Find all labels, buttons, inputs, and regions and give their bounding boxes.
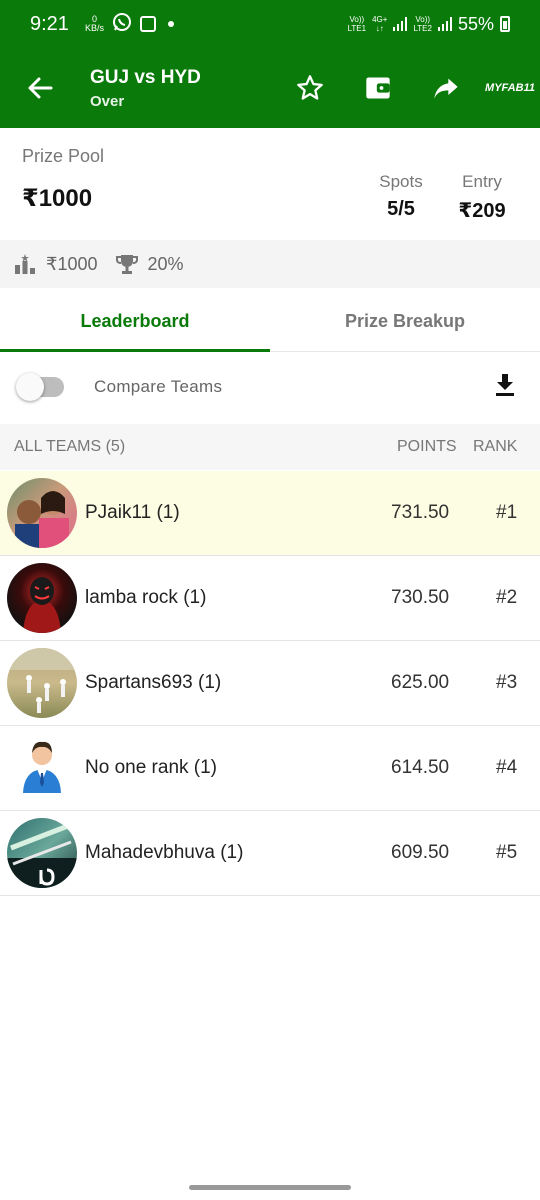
contest-info-strip: ₹1000 20% <box>0 240 540 288</box>
team-rank: #4 <box>496 757 518 778</box>
app-bar: GUJ vs HYD Over MYFAB11 <box>0 48 540 128</box>
leaderboard-list: PJaik11 (1) 731.50 #1 lamba rock (1) 730… <box>0 471 540 896</box>
match-title: GUJ vs HYD <box>90 66 201 88</box>
compare-teams-toggle[interactable] <box>16 373 64 401</box>
tab-prize-breakup[interactable]: Prize Breakup <box>270 292 540 351</box>
status-time: 9:21 <box>30 12 69 35</box>
team-name: No one rank (1) <box>85 757 218 778</box>
status-bar: 9:21 0 KB/s Vo)) LTE1 4G+ ↓↑ Vo)) LTE2 5… <box>0 0 540 48</box>
first-prize-value: ₹1000 <box>46 253 98 274</box>
avatar <box>7 818 77 888</box>
sim2-volte-label: Vo)) <box>415 15 431 24</box>
sim1-volte-label: Vo)) <box>349 15 365 24</box>
home-indicator[interactable] <box>189 1185 351 1190</box>
team-rank: #3 <box>496 672 518 693</box>
sim2-lte-label: LTE2 <box>413 24 432 33</box>
points-column-header: POINTS <box>397 438 457 455</box>
team-rank: #2 <box>496 587 518 608</box>
signal-icon <box>437 17 452 31</box>
share-arrow-icon <box>434 78 458 99</box>
team-name: lamba rock (1) <box>85 587 207 608</box>
favorite-button[interactable] <box>276 48 344 128</box>
leaderboard-row[interactable]: No one rank (1) 614.50 #4 <box>0 726 540 811</box>
team-name: PJaik11 (1) <box>85 502 180 523</box>
sim2-indicator: Vo)) LTE2 <box>413 15 432 33</box>
entry-block: Entry ₹209 <box>446 172 518 223</box>
team-points: 609.50 <box>391 842 450 863</box>
network-speed: 0 KB/s <box>85 15 104 33</box>
toggle-knob <box>16 373 44 401</box>
all-teams-label: ALL TEAMS (5) <box>14 438 126 455</box>
match-status: Over <box>90 92 125 110</box>
tab-leaderboard[interactable]: Leaderboard <box>0 292 270 352</box>
sim1-lte-label: LTE1 <box>347 24 367 33</box>
leaderboard-header: ALL TEAMS (5) POINTS RANK <box>0 424 540 470</box>
rank-column-header: RANK <box>473 438 518 455</box>
data-indicator: 4G+ ↓↑ <box>372 15 387 33</box>
prize-card: Prize Pool ₹1000 Spots 5/5 Entry ₹209 <box>0 128 540 238</box>
app-bar-actions: MYFAB11 <box>276 48 540 128</box>
notification-dot-icon <box>167 21 174 27</box>
leaderboard-row[interactable]: lamba rock (1) 730.50 #2 <box>0 556 540 641</box>
team-name: Spartans693 (1) <box>85 672 222 693</box>
whatsapp-icon <box>112 12 132 37</box>
star-icon <box>297 75 323 100</box>
download-icon <box>496 373 514 396</box>
gallery-icon <box>139 16 156 32</box>
team-points: 614.50 <box>391 757 450 778</box>
share-button[interactable] <box>412 48 480 128</box>
match-header: GUJ vs HYD Over <box>80 67 276 110</box>
battery-icon <box>500 16 510 32</box>
entry-value: ₹209 <box>458 200 506 222</box>
back-button[interactable] <box>0 75 80 101</box>
spots-label: Spots <box>379 172 423 191</box>
default-user-avatar-icon <box>7 733 77 803</box>
team-points: 731.50 <box>391 502 450 523</box>
network-speed-unit: KB/s <box>84 23 104 33</box>
sim1-indicator: Vo)) LTE1 <box>348 15 367 33</box>
avatar <box>7 563 77 633</box>
entry-label: Entry <box>462 172 502 191</box>
team-points: 625.00 <box>391 672 450 693</box>
data-type-label: 4G+ <box>372 15 388 24</box>
brand-logo: MYFAB11 <box>485 82 535 94</box>
team-name: Mahadevbhuva (1) <box>85 842 244 863</box>
spots-block: Spots 5/5 <box>366 172 436 221</box>
wallet-icon <box>366 77 390 99</box>
team-rank: #1 <box>496 502 518 523</box>
signal-icon <box>393 17 408 31</box>
spots-value: 5/5 <box>387 198 415 220</box>
avatar <box>7 648 77 718</box>
data-arrows-icon: ↓↑ <box>375 24 384 33</box>
leaderboard-row[interactable]: Spartans693 (1) 625.00 #3 <box>0 641 540 726</box>
prize-pool-value: ₹1000 <box>22 185 93 212</box>
status-left: 9:21 0 KB/s <box>30 12 174 37</box>
download-button[interactable] <box>494 373 516 402</box>
wallet-button[interactable] <box>344 48 412 128</box>
compare-teams-row: Compare Teams <box>0 354 540 420</box>
winners-percent: 20% <box>147 253 184 274</box>
avatar <box>7 478 77 548</box>
podium-icon <box>14 253 36 275</box>
team-points: 730.50 <box>391 587 450 608</box>
team-rank: #5 <box>496 842 518 863</box>
arrow-left-icon <box>28 77 53 99</box>
leaderboard-row[interactable]: PJaik11 (1) 731.50 #1 <box>0 471 540 556</box>
prize-pool-label: Prize Pool <box>22 146 105 166</box>
compare-teams-label: Compare Teams <box>94 377 223 396</box>
status-right: Vo)) LTE1 4G+ ↓↑ Vo)) LTE2 55% <box>348 14 510 35</box>
battery-percent: 55% <box>457 13 494 34</box>
trophy-icon <box>115 253 138 275</box>
leaderboard-row[interactable]: Mahadevbhuva (1) 609.50 #5 <box>0 811 540 896</box>
contest-tabs: Leaderboard Prize Breakup <box>0 292 540 352</box>
